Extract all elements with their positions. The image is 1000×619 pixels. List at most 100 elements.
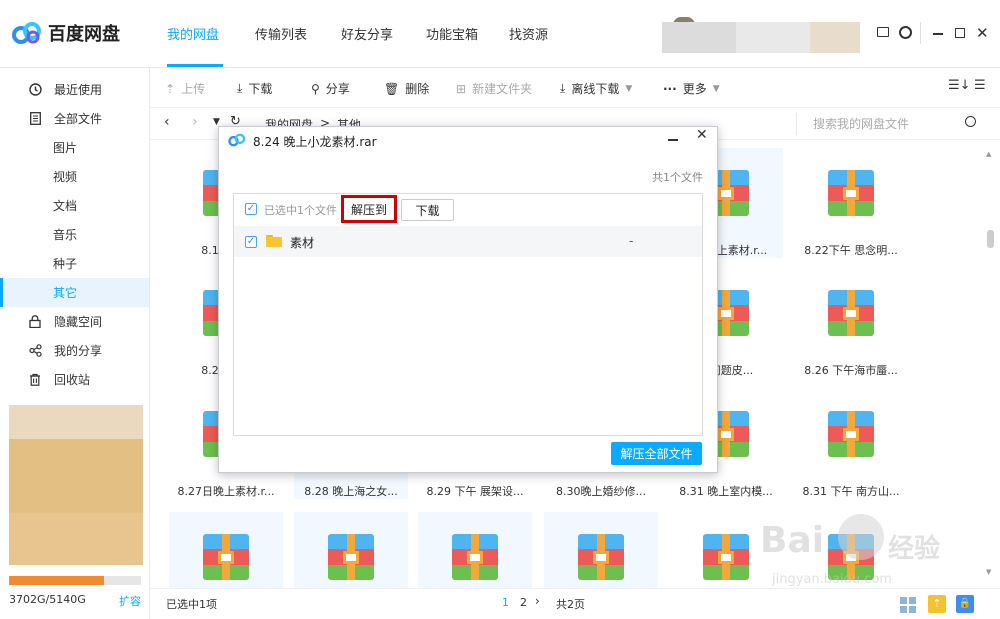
sidebar-item-label: 视频 bbox=[53, 170, 78, 184]
download-button[interactable]: ⤓ 下载 bbox=[237, 80, 272, 97]
file-name: 8.30晚上婚纱修... bbox=[556, 485, 646, 498]
file-tile[interactable]: 8.31 下午 南方山... bbox=[794, 389, 908, 499]
selection-status: 已选中1项 bbox=[166, 598, 217, 611]
share-icon bbox=[28, 344, 42, 358]
file-name: 8.27日晚上素材.r... bbox=[177, 485, 275, 498]
new-folder-label: 新建文件夹 bbox=[472, 82, 533, 96]
offline-download-label: 离线下载 bbox=[571, 82, 620, 96]
share-button[interactable]: ⚲ 分享 bbox=[311, 80, 350, 97]
sidebar-item-recycle-bin[interactable]: 回收站 bbox=[0, 365, 149, 394]
extract-all-button[interactable]: 解压全部文件 bbox=[611, 442, 702, 465]
sidebar-item-music[interactable]: 音乐 bbox=[0, 220, 149, 249]
close-icon[interactable]: ✕ bbox=[976, 24, 989, 42]
trash-icon bbox=[28, 373, 42, 387]
chevron-down-icon: ▼ bbox=[625, 83, 633, 94]
delete-button[interactable]: 🗑 删除 bbox=[384, 80, 429, 97]
sidebar-item-recent[interactable]: 最近使用 bbox=[0, 75, 149, 104]
upload-button[interactable]: ⇡ 上传 bbox=[165, 80, 205, 97]
sidebar-item-all-files[interactable]: 全部文件 bbox=[0, 104, 149, 133]
user-info-blurred bbox=[662, 22, 736, 53]
dialog-title: 8.24 晚上小龙素材.rar bbox=[253, 135, 377, 149]
clock-icon bbox=[28, 83, 42, 97]
watermark-text-jingyan: 经验 bbox=[888, 534, 941, 564]
tab-find-resources[interactable]: 找资源 bbox=[509, 24, 548, 48]
minimize-icon[interactable] bbox=[933, 33, 943, 35]
rar-archive-icon bbox=[452, 534, 498, 580]
sidebar-item-docs[interactable]: 文档 bbox=[0, 191, 149, 220]
sidebar-item-images[interactable]: 图片 bbox=[0, 133, 149, 162]
dialog-download-button[interactable]: 下载 bbox=[401, 199, 454, 221]
tab-friend-share[interactable]: 好友分享 bbox=[341, 24, 393, 48]
file-tile[interactable] bbox=[294, 512, 408, 588]
maximize-icon[interactable] bbox=[955, 28, 965, 38]
scrollbar-thumb[interactable] bbox=[987, 230, 994, 248]
folder-icon bbox=[266, 235, 282, 247]
trash-icon: 🗑 bbox=[384, 81, 400, 96]
back-icon[interactable]: ‹ bbox=[164, 114, 170, 130]
dialog-file-count: 共1个文件 bbox=[652, 171, 703, 184]
more-button[interactable]: ··· 更多 ▼ bbox=[663, 80, 720, 97]
download-icon: ⤓ bbox=[237, 81, 243, 95]
file-name: 8.29 下午 展架设... bbox=[426, 485, 524, 498]
offline-download-button[interactable]: ⤓ 离线下载 ▼ bbox=[560, 80, 632, 97]
settings-icon[interactable] bbox=[899, 26, 912, 39]
extract-to-button[interactable]: 解压到 bbox=[341, 195, 397, 223]
quota-bar-fill bbox=[9, 576, 104, 585]
file-tile[interactable] bbox=[544, 512, 658, 588]
user-info-blurred bbox=[810, 22, 860, 53]
quota-text: 3702G/5140G bbox=[9, 593, 86, 606]
file-name: 8.22下午 思念明... bbox=[804, 244, 898, 257]
sort-icon[interactable]: ☰↓ bbox=[948, 78, 971, 93]
mail-icon[interactable] bbox=[877, 27, 889, 37]
archive-item-name[interactable]: 素材 bbox=[290, 234, 314, 251]
dialog-close-icon[interactable]: ✕ bbox=[696, 127, 708, 143]
lock-icon bbox=[28, 315, 42, 329]
sidebar-item-my-shares[interactable]: 我的分享 bbox=[0, 336, 149, 365]
tab-toolbox[interactable]: 功能宝箱 bbox=[426, 24, 478, 48]
selected-count: 已选中1个文件 bbox=[264, 204, 337, 217]
search-input[interactable]: 搜索我的网盘文件 bbox=[796, 113, 986, 135]
file-name: 8.26 下午海市蜃... bbox=[804, 364, 898, 377]
row-checkbox[interactable]: ✓ bbox=[245, 236, 257, 248]
tab-transfer-list[interactable]: 传输列表 bbox=[255, 24, 307, 48]
sidebar-item-videos[interactable]: 视频 bbox=[0, 162, 149, 191]
expand-quota-link[interactable]: 扩容 bbox=[119, 593, 141, 609]
grid-view-icon[interactable] bbox=[900, 597, 916, 613]
page-1-link[interactable]: 1 bbox=[502, 596, 509, 609]
next-page-icon[interactable]: › bbox=[535, 594, 540, 608]
sidebar-item-other[interactable]: 其它 bbox=[0, 278, 149, 307]
share-label: 分享 bbox=[325, 82, 350, 96]
new-folder-icon: ⊞ bbox=[456, 81, 467, 96]
select-all-checkbox[interactable]: ✓ bbox=[245, 203, 257, 215]
file-name: 8.31 下午 南方山... bbox=[802, 485, 900, 498]
scrollbar[interactable]: ▲ ▼ bbox=[986, 150, 995, 580]
paw-icon bbox=[838, 514, 884, 560]
file-tile[interactable]: 8.22下午 思念明... bbox=[794, 148, 908, 258]
sidebar-banner-image[interactable] bbox=[9, 405, 143, 565]
chevron-down-icon: ▼ bbox=[712, 83, 720, 94]
sidebar-item-torrents[interactable]: 种子 bbox=[0, 249, 149, 278]
delete-label: 删除 bbox=[405, 82, 430, 96]
scroll-up-icon[interactable]: ▲ bbox=[986, 150, 991, 158]
upload-label: 上传 bbox=[181, 82, 206, 96]
page-2-link[interactable]: 2 bbox=[520, 596, 527, 609]
sidebar-item-label: 种子 bbox=[53, 257, 78, 271]
list-view-icon[interactable]: ☰ bbox=[974, 78, 986, 93]
new-folder-button[interactable]: ⊞ 新建文件夹 bbox=[456, 80, 532, 97]
file-tile[interactable]: 8.26 下午海市蜃... bbox=[794, 268, 908, 378]
dialog-minimize-icon[interactable] bbox=[668, 139, 678, 141]
share-icon: ⚲ bbox=[311, 81, 320, 96]
tab-my-netdisk[interactable]: 我的网盘 bbox=[167, 24, 219, 48]
sidebar-item-label: 其它 bbox=[53, 286, 78, 300]
file-tile[interactable] bbox=[418, 512, 532, 588]
rar-archive-icon bbox=[328, 534, 374, 580]
forward-icon[interactable]: › bbox=[192, 114, 198, 130]
search-icon[interactable] bbox=[965, 116, 976, 127]
baidu-netdisk-logo-icon bbox=[228, 133, 246, 147]
sidebar-item-hidden-space[interactable]: 隐藏空间 bbox=[0, 307, 149, 336]
baidu-netdisk-logo-icon bbox=[12, 22, 41, 44]
file-tile[interactable] bbox=[169, 512, 283, 588]
sidebar-item-label: 图片 bbox=[53, 141, 78, 155]
scroll-down-icon[interactable]: ▼ bbox=[986, 568, 991, 576]
sidebar-item-label: 文档 bbox=[53, 199, 78, 213]
